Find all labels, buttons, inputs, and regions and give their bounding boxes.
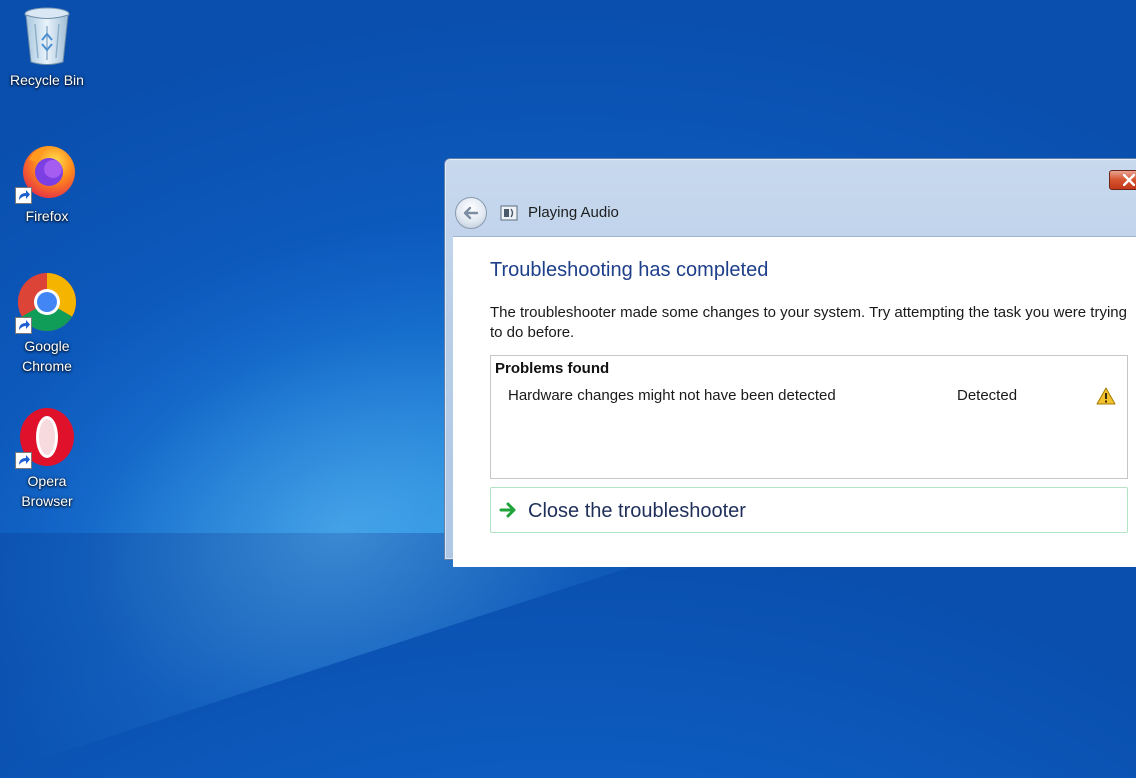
problems-found-title: Problems found bbox=[495, 360, 610, 377]
desktop-icon-label: Recycle Bin bbox=[10, 72, 84, 88]
description-text: The troubleshooter made some changes to … bbox=[490, 304, 1127, 341]
close-button[interactable] bbox=[1109, 170, 1136, 190]
page-heading: Troubleshooting has completed bbox=[490, 259, 769, 281]
desktop-icon-label: Google Chrome bbox=[22, 338, 72, 374]
warning-icon bbox=[1096, 387, 1116, 405]
close-icon bbox=[1123, 174, 1135, 186]
problem-name: Hardware changes might not have been det… bbox=[508, 387, 836, 404]
back-button[interactable] bbox=[455, 197, 487, 229]
problem-status: Detected bbox=[957, 387, 1018, 404]
desktop-icon-label: Firefox bbox=[25, 208, 69, 224]
problem-row[interactable]: Hardware changes might not have been det… bbox=[491, 386, 1127, 408]
shortcut-arrow-icon bbox=[15, 452, 32, 469]
desktop-icon-label: Opera Browser bbox=[21, 473, 73, 509]
desktop-icon-chrome[interactable]: Google Chrome bbox=[2, 270, 92, 376]
window-title: Playing Audio bbox=[528, 204, 619, 221]
close-troubleshooter-label: Close the troubleshooter bbox=[528, 500, 746, 522]
desktop-icon-firefox[interactable]: Firefox bbox=[2, 140, 92, 226]
firefox-icon bbox=[15, 140, 79, 204]
close-troubleshooter-link[interactable]: Close the troubleshooter bbox=[490, 487, 1128, 533]
problems-found-box: Problems found Hardware changes might no… bbox=[490, 355, 1128, 479]
troubleshooter-icon bbox=[500, 205, 518, 221]
green-arrow-icon bbox=[499, 502, 516, 518]
desktop-icon-opera[interactable]: Opera Browser bbox=[2, 405, 92, 511]
shortcut-arrow-icon bbox=[15, 187, 32, 204]
chrome-icon bbox=[15, 270, 79, 334]
opera-icon bbox=[15, 405, 79, 469]
content-pane: Troubleshooting has completed The troubl… bbox=[453, 236, 1136, 567]
desktop-icon-recycle-bin[interactable]: Recycle Bin bbox=[2, 4, 92, 90]
back-arrow-icon bbox=[463, 206, 479, 220]
troubleshooter-window: Playing Audio Troubleshooting has comple… bbox=[444, 158, 1136, 567]
shortcut-arrow-icon bbox=[15, 317, 32, 334]
recycle-bin-icon bbox=[15, 4, 79, 68]
